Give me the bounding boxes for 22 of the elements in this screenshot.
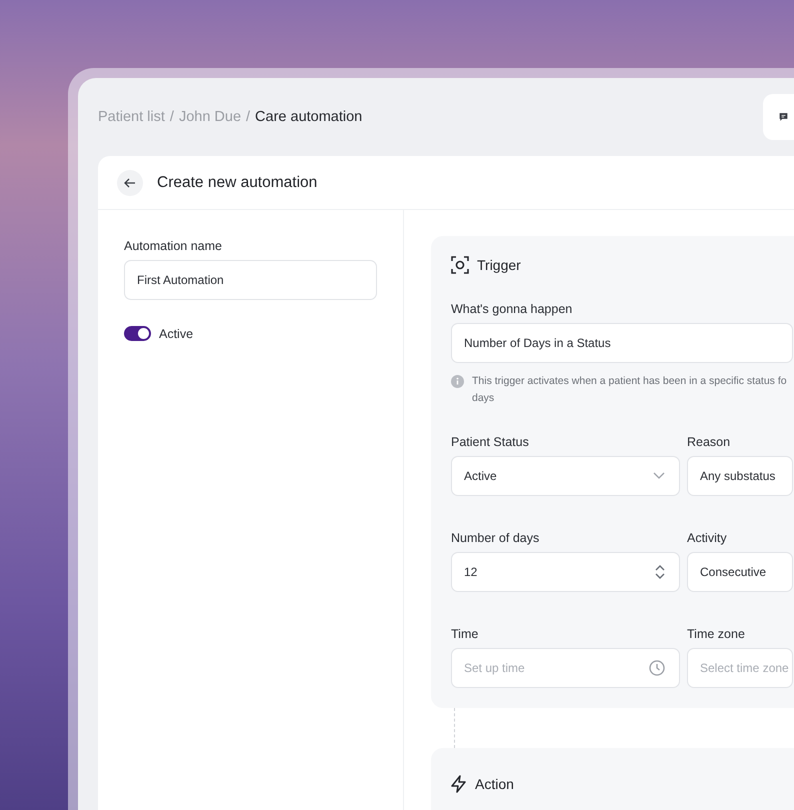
input-field[interactable]: Number of Days in a Status [451, 323, 793, 363]
breadcrumb-current: Care automation [255, 109, 362, 125]
breadcrumb-separator: / [246, 109, 250, 125]
input-field[interactable]: Any substatus [687, 456, 793, 496]
toggle-label: Active [159, 326, 194, 340]
input-field[interactable]: First Automation [124, 260, 377, 300]
field-label: Activity [687, 531, 728, 546]
field-label: Number of days [451, 531, 540, 546]
input-field[interactable]: Consecutive [687, 552, 793, 592]
field-label: Reason [687, 435, 732, 450]
field-label: Patient Status [451, 435, 530, 450]
help-text: This trigger activates when a patient has been in a specific status fo days [472, 374, 787, 406]
field-label: Time [451, 627, 480, 642]
field-label: What's gonna happen [451, 302, 574, 317]
section-title: Trigger [477, 257, 521, 273]
breadcrumb-separator: / [170, 109, 174, 125]
dropdown-field[interactable]: Active [451, 456, 680, 496]
field-label: Automation name [124, 239, 223, 254]
page-title: Create new automation [157, 174, 318, 192]
section-title: Action [475, 776, 514, 792]
input-field[interactable]: 12 [451, 552, 680, 592]
field-label: Time zone [687, 627, 746, 642]
